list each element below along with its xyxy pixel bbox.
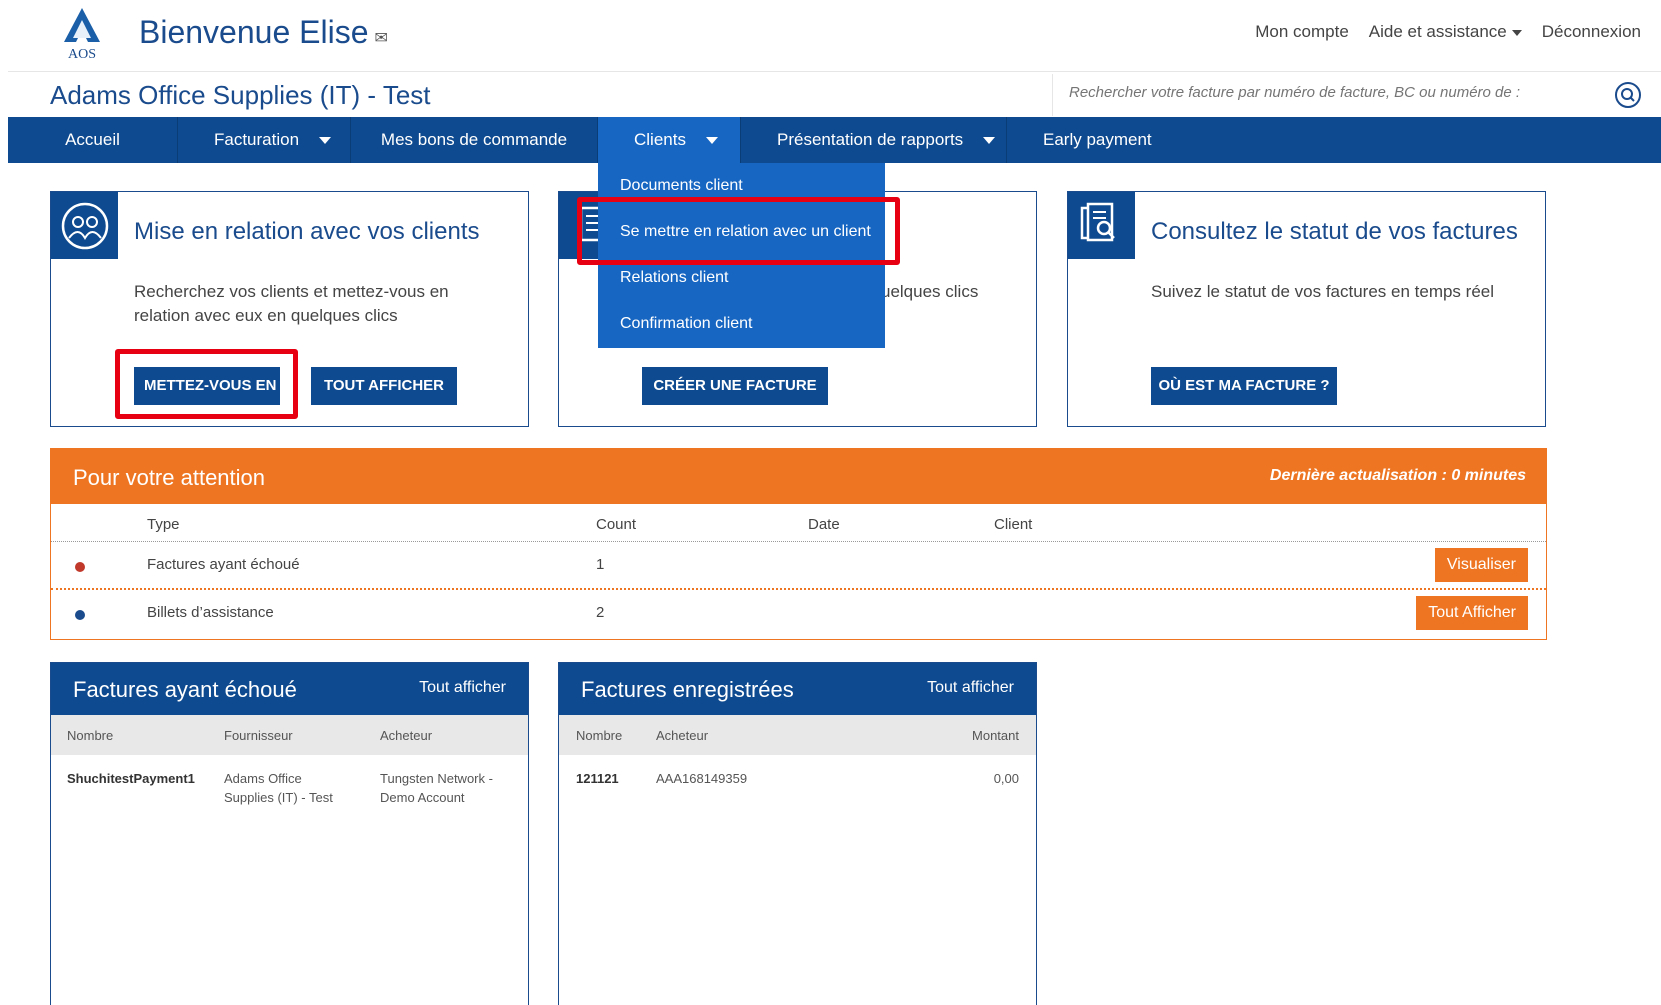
failed-invoices-panel: Factures ayant échoué Tout afficher Nomb… <box>50 662 529 1005</box>
chevron-down-icon <box>299 130 331 149</box>
card-title: Mise en relation avec vos clients <box>134 218 480 245</box>
row-type: Factures ayant échoué <box>147 556 300 573</box>
supplier-line1: Adams Office <box>224 771 302 786</box>
col-client: Client <box>994 516 1033 533</box>
col-amount: Montant <box>972 728 1019 743</box>
panel-show-all-link[interactable]: Tout afficher <box>419 679 506 697</box>
col-number: Nombre <box>67 728 114 743</box>
last-update: Dernière actualisation : 0 minutes <box>1269 467 1526 484</box>
table-header: Nombre Acheteur Montant <box>559 715 1036 755</box>
col-type: Type <box>147 516 180 533</box>
table-header: Type Count Date Client <box>51 504 1546 542</box>
where-is-invoice-button[interactable]: OÙ EST MA FACTURE ? <box>1151 367 1337 405</box>
status-dot <box>75 562 85 572</box>
col-buyer: Acheteur <box>380 728 433 743</box>
document-search-icon <box>1068 192 1135 259</box>
show-all-button[interactable]: TOUT AFFICHER <box>311 367 457 405</box>
highlight-box <box>115 349 298 419</box>
search-input[interactable] <box>1069 84 1529 101</box>
amount: 0,00 <box>993 771 1019 786</box>
nav-early-payment[interactable]: Early payment <box>1007 117 1188 163</box>
status-dot <box>75 610 85 620</box>
nav-billing[interactable]: Facturation <box>178 117 351 163</box>
attention-title: Pour votre attention <box>73 465 266 490</box>
card-description: Recherchez vos clients et mettez-vous en… <box>134 282 449 325</box>
search-icon[interactable] <box>1615 82 1641 108</box>
invoice-number[interactable]: 121121 <box>576 769 619 788</box>
account-links: Mon compte Aide et assistance Déconnexio… <box>1255 22 1641 42</box>
help-menu[interactable]: Aide et assistance <box>1369 22 1522 42</box>
attention-header: Pour votre attention Dernière actualisat… <box>51 449 1546 504</box>
col-buyer: Acheteur <box>656 728 709 743</box>
nav-clients[interactable]: Clients <box>598 117 741 163</box>
welcome-text: Bienvenue Elise <box>139 14 369 50</box>
registered-invoices-panel: Factures enregistrées Tout afficher Nomb… <box>558 662 1037 1005</box>
top-bar: AOS Bienvenue Elise ✉ Mon compte Aide et … <box>8 0 1661 72</box>
nav-clients-label: Clients <box>634 130 686 149</box>
panel-show-all-link[interactable]: Tout afficher <box>927 679 1014 697</box>
nav-orders[interactable]: Mes bons de commande <box>351 117 598 163</box>
aos-logo[interactable]: AOS <box>60 6 104 62</box>
supplier-line2: Supplies (IT) - Test <box>224 790 333 805</box>
chevron-down-icon <box>963 130 995 149</box>
col-count: Count <box>596 516 637 533</box>
row-type: Billets d’assistance <box>147 604 274 621</box>
show-all-tickets-button[interactable]: Tout Afficher <box>1416 596 1528 630</box>
create-invoice-button[interactable]: CRÉER UNE FACTURE <box>642 367 828 405</box>
card-description: Suivez le statut de vos factures en temp… <box>1151 282 1495 301</box>
card-invoice-status: Consultez le statut de vos factures Suiv… <box>1067 191 1546 427</box>
panel-title: Factures enregistrées <box>581 677 794 702</box>
search-bar <box>1052 74 1661 116</box>
invoice-number[interactable]: ShuchitestPayment1 <box>67 769 195 788</box>
help-label: Aide et assistance <box>1368 22 1507 41</box>
nav-reports[interactable]: Présentation de rapports <box>741 117 1007 163</box>
highlight-box <box>577 197 900 265</box>
panel-header: Factures ayant échoué Tout afficher <box>51 663 528 715</box>
panel-title: Factures ayant échoué <box>73 677 297 702</box>
col-supplier: Fournisseur <box>224 728 293 743</box>
buyer-line2: Demo Account <box>380 790 465 805</box>
table-header: Nombre Fournisseur Acheteur <box>51 715 528 755</box>
col-date: Date <box>808 516 840 533</box>
card-title: Consultez le statut de vos factures <box>1151 218 1518 245</box>
menu-item-client-confirmation[interactable]: Confirmation client <box>598 301 885 347</box>
buyer-line1: Tungsten Network - <box>380 771 493 786</box>
table-row: Factures ayant échoué 1 Visualiser <box>51 542 1546 590</box>
panel-header: Factures enregistrées Tout afficher <box>559 663 1036 715</box>
row-count: 1 <box>596 556 605 573</box>
chevron-down-icon <box>686 130 718 149</box>
attention-panel: Pour votre attention Dernière actualisat… <box>50 448 1547 640</box>
mail-icon[interactable]: ✉ <box>374 30 387 47</box>
people-icon <box>51 192 118 259</box>
company-name: Adams Office Supplies (IT) - Test <box>50 80 431 110</box>
welcome-title: Bienvenue Elise ✉ <box>139 14 388 51</box>
table-row: Billets d’assistance 2 Tout Afficher <box>51 590 1546 638</box>
nav-billing-label: Facturation <box>214 130 300 149</box>
nav-reports-label: Présentation de rapports <box>777 130 964 149</box>
buyer-name: AAA168149359 <box>656 771 748 786</box>
logout-link[interactable]: Déconnexion <box>1542 22 1641 42</box>
row-count: 2 <box>596 604 605 621</box>
view-button[interactable]: Visualiser <box>1434 548 1528 582</box>
col-number: Nombre <box>576 728 623 743</box>
main-nav: Accueil Facturation Mes bons de commande… <box>8 117 1661 163</box>
my-account-link[interactable]: Mon compte <box>1255 22 1349 42</box>
svg-text:AOS: AOS <box>68 47 96 60</box>
nav-home[interactable]: Accueil <box>8 117 178 163</box>
